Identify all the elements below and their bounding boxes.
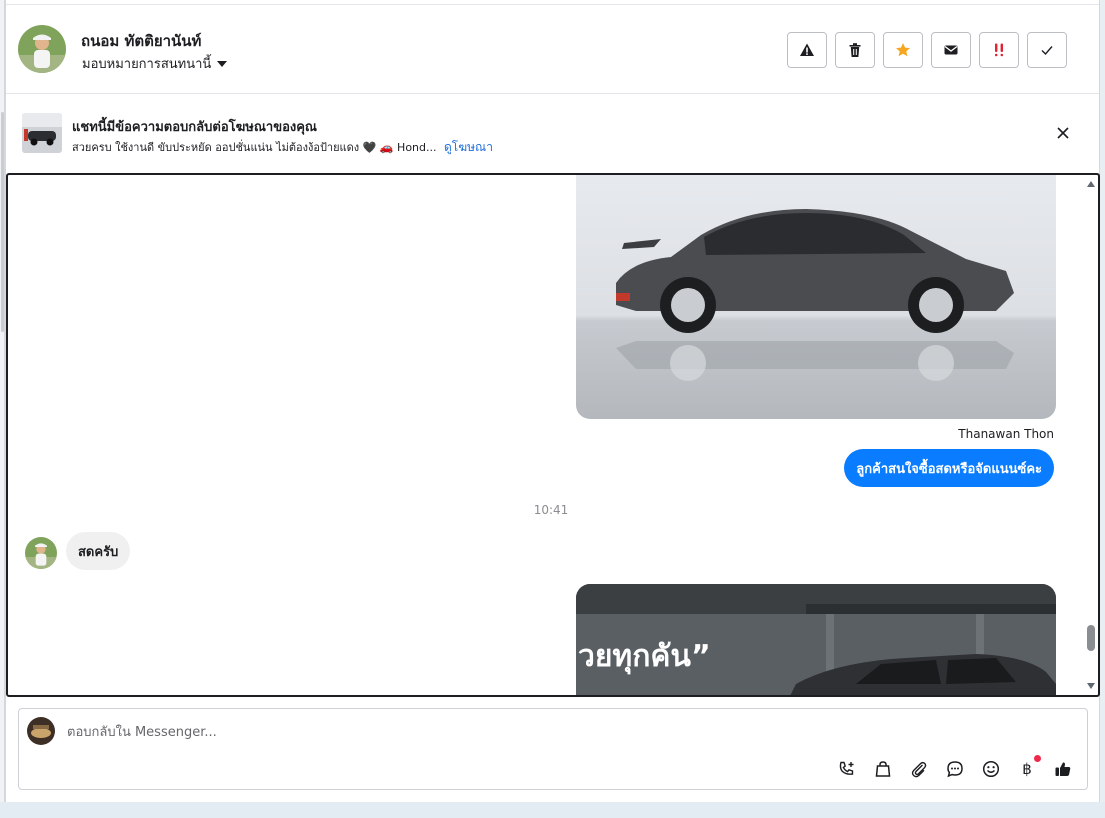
call-button[interactable]: [835, 757, 859, 781]
emoji-icon: [982, 760, 1000, 778]
left-edge-marker: [1, 112, 4, 332]
sender-name: Thanawan Thon: [958, 427, 1054, 441]
follow-up-button[interactable]: [979, 32, 1019, 68]
message-thread[interactable]: Thanawan Thon ลูกค้าสนใจซื้อสดหรือจัดแนน…: [6, 173, 1100, 697]
thread-scrollbar[interactable]: [1084, 175, 1098, 695]
contact-avatar[interactable]: [18, 25, 66, 73]
mark-unread-button[interactable]: [931, 32, 971, 68]
emoji-button[interactable]: [979, 757, 1003, 781]
thumbs-up-icon: [1055, 762, 1071, 776]
window-bottom-edge: [0, 802, 1105, 818]
scroll-up-arrow-icon[interactable]: [1087, 181, 1095, 187]
warning-icon: [800, 43, 814, 56]
double-exclamation-icon: [995, 43, 1003, 57]
scrollbar-thumb[interactable]: [1087, 625, 1095, 651]
outgoing-message-bubble[interactable]: ลูกค้าสนใจซื้อสดหรือจัดแนนซ์คะ: [844, 449, 1054, 487]
conversation-header: ถนอม ทัตติยานันท์ มอบหมายการสนทนานี้: [6, 4, 1099, 94]
car-image-message[interactable]: [576, 175, 1056, 419]
ad-reply-banner: แชทนี้มีข้อความตอบกลับต่อโฆษณาของคุณ สวย…: [6, 95, 1099, 173]
ad-banner-subtitle: สวยครบ ใช้งานดี ขับประหยัด ออปชั่นแน่น ไ…: [72, 138, 493, 157]
shopping-bag-icon: [875, 761, 891, 777]
message-timestamp: 10:41: [533, 503, 569, 517]
notification-dot: [1034, 755, 1041, 762]
baht-icon: ฿: [1022, 760, 1032, 778]
page-avatar: [27, 717, 55, 745]
scroll-down-arrow-icon[interactable]: [1087, 683, 1095, 689]
ad-thumbnail[interactable]: [22, 113, 62, 153]
done-button[interactable]: [1027, 32, 1067, 68]
promo-image-message[interactable]: วยทุกคัน”: [576, 584, 1056, 695]
star-button[interactable]: [883, 32, 923, 68]
ad-banner-text: สวยครบ ใช้งานดี ขับประหยัด ออปชั่นแน่น ไ…: [72, 141, 437, 154]
assign-conversation-dropdown[interactable]: มอบหมายการสนทนานี้: [82, 53, 228, 74]
close-banner-button[interactable]: [1055, 125, 1071, 141]
like-button[interactable]: [1051, 757, 1075, 781]
saved-replies-button[interactable]: [943, 757, 967, 781]
composer-tools: ฿: [835, 755, 1075, 781]
incoming-message-bubble[interactable]: สดครับ: [66, 532, 131, 570]
envelope-icon: [944, 45, 958, 55]
assign-label: มอบหมายการสนทนานี้: [82, 57, 212, 72]
contact-name[interactable]: ถนอม ทัตติยานันท์: [81, 29, 201, 53]
close-icon: [1057, 127, 1069, 139]
attach-button[interactable]: [907, 757, 931, 781]
trash-icon: [849, 43, 861, 57]
payment-button[interactable]: ฿: [1015, 755, 1041, 781]
check-icon: [1041, 46, 1053, 56]
caret-down-icon: [217, 60, 228, 67]
reply-composer: ฿: [18, 708, 1088, 790]
reply-input[interactable]: [67, 721, 967, 743]
inbox-panel: ถนอม ทัตติยานันท์ มอบหมายการสนทนานี้ แชท…: [5, 0, 1100, 802]
ad-banner-title: แชทนี้มีข้อความตอบกลับต่อโฆษณาของคุณ: [72, 120, 317, 135]
spam-button[interactable]: [787, 32, 827, 68]
shop-button[interactable]: [871, 757, 895, 781]
view-ad-link[interactable]: ดูโฆษณา: [444, 140, 493, 154]
star-icon: [896, 43, 910, 57]
chat-bubble-icon: [947, 761, 963, 778]
header-actions: [787, 32, 1067, 68]
contact-avatar-small[interactable]: [25, 537, 57, 569]
delete-button[interactable]: [835, 32, 875, 68]
paperclip-icon: [911, 761, 927, 778]
promo-overlay-text: วยทุกคัน”: [578, 639, 711, 675]
phone-plus-icon: [839, 761, 854, 775]
